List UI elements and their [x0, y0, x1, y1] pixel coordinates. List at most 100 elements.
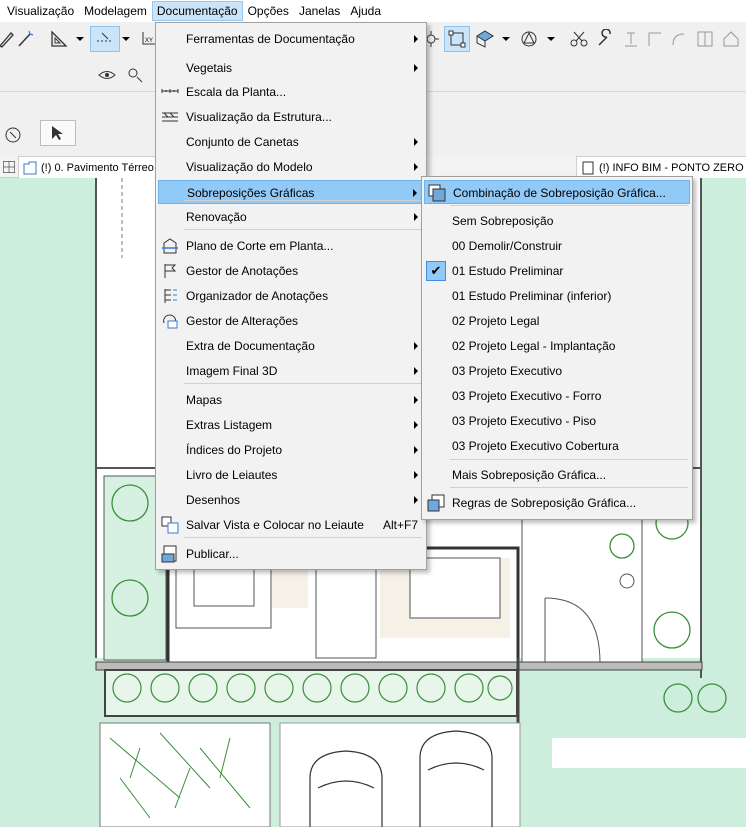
override-item-03-projeto-executivo-piso[interactable]: 03 Projeto Executivo - Piso — [424, 409, 690, 433]
submenu-arrow-icon — [414, 342, 418, 350]
publish-icon — [161, 545, 179, 563]
submenu-arrow-icon — [414, 138, 418, 146]
override-item-label: Combinação de Sobreposição Gráfica... — [453, 186, 666, 200]
menu-separator — [450, 487, 688, 488]
tab-bim-info[interactable]: (!) INFO BIM - PONTO ZERO ES — [576, 156, 746, 178]
tab-floor-plan-label: (!) 0. Pavimento Térreo — [41, 162, 154, 174]
elevate-icon[interactable] — [618, 26, 644, 52]
override-item-02-projeto-legal-implantacao[interactable]: 02 Projeto Legal - Implantação — [424, 334, 690, 358]
menu-item-label: Índices do Projeto — [186, 443, 283, 457]
pan-icon[interactable] — [0, 122, 26, 148]
submenu-arrow-icon — [414, 496, 418, 504]
override-item-label: 01 Estudo Preliminar (inferior) — [452, 289, 612, 303]
menu-item-ferramentas-de-documentacao[interactable]: Ferramentas de Documentação — [158, 27, 424, 51]
menu-item-label: Sobreposições Gráficas — [187, 186, 315, 200]
eye-hide-icon[interactable] — [94, 62, 120, 88]
override-item-regras-de-sobreposicao-grafica[interactable]: Regras de Sobreposição Gráfica... — [424, 491, 690, 515]
menu-item-indices-do-projeto[interactable]: Índices do Projeto — [158, 438, 424, 462]
override-item-sem-sobreposicao[interactable]: Sem Sobreposição — [424, 209, 690, 233]
menu-item-gestor-de-alteracoes[interactable]: Gestor de Alterações — [158, 309, 424, 333]
override-item-00-demolir-construir[interactable]: 00 Demolir/Construir — [424, 234, 690, 258]
override-item-02-projeto-legal[interactable]: 02 Projeto Legal — [424, 309, 690, 333]
override-item-combinacao-de-sobreposicao-grafica[interactable]: Combinação de Sobreposição Gráfica... — [424, 180, 690, 204]
menu-item-vegetais[interactable]: Vegetais — [158, 56, 424, 80]
menu-item-label: Publicar... — [186, 547, 239, 561]
override-combination-icon — [428, 184, 446, 202]
split-icon[interactable] — [692, 26, 718, 52]
menu-item-label: Extras Listagem — [186, 418, 273, 432]
menu-janelas[interactable]: Janelas — [294, 1, 345, 21]
menu-modelagem[interactable]: Modelagem — [79, 1, 152, 21]
override-item-03-projeto-executivo[interactable]: 03 Projeto Executivo — [424, 359, 690, 383]
menu-opcoes[interactable]: Opções — [243, 1, 294, 21]
menu-item-visualizacao-da-estrutura[interactable]: Visualização da Estrutura... — [158, 105, 424, 129]
menu-item-label: Mapas — [186, 393, 223, 407]
checkmark-icon: ✔ — [426, 261, 446, 281]
menu-item-plano-de-corte-em-planta[interactable]: Plano de Corte em Planta... — [158, 234, 424, 258]
organizer-icon — [161, 287, 179, 305]
menu-item-publicar[interactable]: Publicar... — [158, 542, 424, 566]
menu-item-label: Salvar Vista e Colocar no Leiaute — [186, 518, 364, 532]
menu-item-gestor-de-anotacoes[interactable]: Gestor de Anotações — [158, 259, 424, 283]
menu-item-label: Livro de Leiautes — [186, 468, 278, 482]
chevron-down-icon[interactable] — [122, 37, 130, 41]
3d-box-icon[interactable] — [472, 26, 498, 52]
menu-item-escala-da-planta[interactable]: Escala da Planta... — [158, 80, 424, 104]
submenu-arrow-icon — [414, 367, 418, 375]
override-item-mais-sobreposicao-grafica[interactable]: Mais Sobreposição Gráfica... — [424, 463, 690, 487]
override-item-03-projeto-executivo-forro[interactable]: 03 Projeto Executivo - Forro — [424, 384, 690, 408]
house-icon[interactable] — [718, 26, 744, 52]
scissors-icon[interactable] — [566, 26, 592, 52]
menu-item-imagem-final-3d[interactable]: Imagem Final 3D — [158, 359, 424, 383]
show-elements-icon[interactable] — [122, 62, 148, 88]
override-item-label: 01 Estudo Preliminar — [452, 264, 564, 278]
triangle-circle-icon[interactable] — [516, 26, 542, 52]
menu-separator — [184, 537, 422, 538]
menu-item-extra-de-documentacao[interactable]: Extra de Documentação — [158, 334, 424, 358]
cut-plane-icon — [161, 237, 179, 255]
override-item-label: 03 Projeto Executivo - Forro — [452, 389, 602, 403]
menu-item-mapas[interactable]: Mapas — [158, 388, 424, 412]
menu-item-extras-listagem[interactable]: Extras Listagem — [158, 413, 424, 437]
menu-item-conjunto-de-canetas[interactable]: Conjunto de Canetas — [158, 130, 424, 154]
menu-item-desenhos[interactable]: Desenhos — [158, 488, 424, 512]
chevron-down-icon[interactable] — [547, 37, 555, 41]
triangle-ruler-icon[interactable] — [46, 26, 72, 52]
override-item-01-estudo-preliminar-inferior[interactable]: 01 Estudo Preliminar (inferior) — [424, 284, 690, 308]
menu-item-visualizacao-do-modelo[interactable]: Visualização do Modelo — [158, 155, 424, 179]
menu-visualizacao[interactable]: Visualização — [2, 1, 79, 21]
chevron-down-icon[interactable] — [502, 37, 510, 41]
flag-icon — [161, 262, 179, 280]
chevron-down-icon[interactable] — [76, 37, 84, 41]
save-view-icon — [161, 516, 179, 534]
select-frame-icon[interactable] — [444, 26, 470, 52]
arrow-select-icon[interactable] — [40, 120, 76, 146]
menu-item-label: Ferramentas de Documentação — [186, 32, 355, 46]
submenu-arrow-icon — [414, 446, 418, 454]
magic-wand-icon[interactable] — [12, 26, 38, 52]
tab-floor-plan[interactable]: (!) 0. Pavimento Térreo — [18, 156, 158, 178]
menu-ajuda[interactable]: Ajuda — [345, 1, 386, 21]
documentation-menu: Ferramentas de Documentação Vegetais Escal… — [155, 22, 427, 570]
layout-icon — [582, 161, 594, 175]
menu-item-label: Escala da Planta... — [186, 85, 287, 99]
override-item-label: 00 Demolir/Construir — [452, 239, 563, 253]
floor-plan-icon — [23, 161, 37, 175]
wrench-icon[interactable] — [592, 26, 618, 52]
menu-item-salvar-vista-e-colocar-no-leiaute[interactable]: Salvar Vista e Colocar no Leiaute Alt+F7 — [158, 513, 424, 537]
menu-item-livro-de-leiautes[interactable]: Livro de Leiautes — [158, 463, 424, 487]
dimension-tool-icon[interactable] — [90, 26, 120, 52]
svg-text:XY: XY — [145, 38, 153, 44]
submenu-arrow-icon — [414, 64, 418, 72]
corner-icon[interactable] — [642, 26, 668, 52]
grid-icon[interactable] — [0, 156, 18, 178]
curve-arrow-icon[interactable] — [666, 26, 692, 52]
menu-item-renovacao[interactable]: Renovação — [158, 205, 424, 229]
menu-separator — [184, 200, 422, 201]
menu-item-organizador-de-anotacoes[interactable]: Organizador de Anotações — [158, 284, 424, 308]
override-item-01-estudo-preliminar[interactable]: ✔ 01 Estudo Preliminar — [424, 259, 690, 283]
menu-documentacao[interactable]: Documentação — [151, 1, 243, 21]
override-item-03-projeto-executivo-cobertura[interactable]: 03 Projeto Executivo Cobertura — [424, 434, 690, 458]
submenu-arrow-icon — [414, 163, 418, 171]
menu-item-label: Conjunto de Canetas — [186, 135, 299, 149]
